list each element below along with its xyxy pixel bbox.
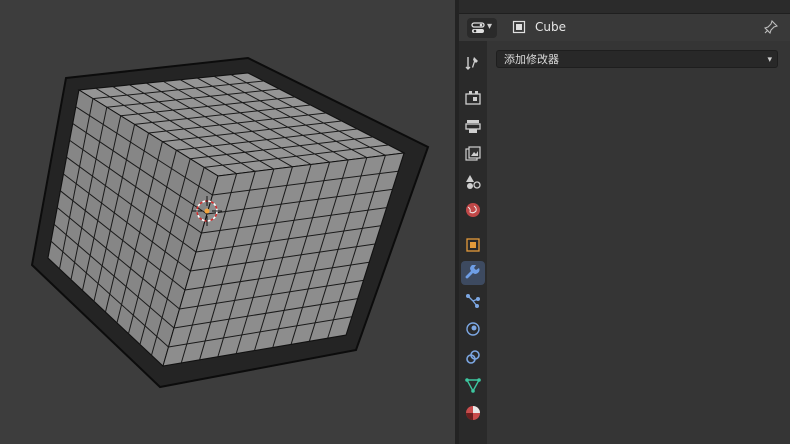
object-name: Cube (535, 20, 566, 34)
editor-type-button[interactable]: ▾ (467, 18, 497, 38)
view-layer-icon (465, 146, 481, 161)
tab-scene[interactable] (461, 170, 485, 194)
tab-world[interactable] (461, 198, 485, 222)
wrench-icon (465, 265, 480, 279)
header-strip (459, 0, 790, 14)
chevron-down-icon: ▾ (767, 55, 772, 65)
scene-icon (466, 175, 481, 189)
tab-render[interactable] (461, 86, 485, 110)
tab-physics[interactable] (461, 317, 485, 341)
tool-icon (465, 57, 478, 70)
add-modifier-label: 添加修改器 (504, 53, 559, 66)
tab-output[interactable] (461, 114, 485, 138)
tab-constraints[interactable] (461, 345, 485, 369)
physics-icon (466, 322, 480, 336)
material-icon (466, 406, 480, 420)
tab-object[interactable] (461, 233, 485, 257)
pin-icon[interactable] (764, 20, 778, 34)
3d-viewport[interactable] (0, 0, 455, 444)
properties-header: ▾ Cube (459, 14, 790, 41)
tab-data[interactable] (461, 373, 485, 397)
constraints-icon (466, 350, 480, 364)
tab-particles[interactable] (461, 289, 485, 313)
render-icon (465, 91, 481, 105)
properties-editor: ▾ Cube 添加修改器 ▾ (459, 0, 790, 444)
tab-view-layer[interactable] (461, 142, 485, 166)
object-origin (204, 208, 210, 214)
properties-editor-icon (471, 22, 485, 33)
chevron-down-icon: ▾ (487, 21, 493, 32)
tab-material[interactable] (461, 401, 485, 425)
modifier-panel: 添加修改器 ▾ (487, 41, 790, 444)
object-data-icon (512, 20, 526, 34)
tab-modifiers[interactable] (461, 261, 485, 285)
properties-tabs (459, 41, 487, 444)
world-icon (466, 203, 480, 217)
object-icon (466, 238, 480, 252)
add-modifier-dropdown[interactable]: 添加修改器 ▾ (496, 50, 778, 68)
tab-tool[interactable] (461, 51, 485, 75)
viewport-scene[interactable] (0, 0, 455, 444)
output-icon (465, 120, 481, 133)
particles-icon (466, 294, 480, 308)
mesh-data-icon (465, 378, 481, 393)
